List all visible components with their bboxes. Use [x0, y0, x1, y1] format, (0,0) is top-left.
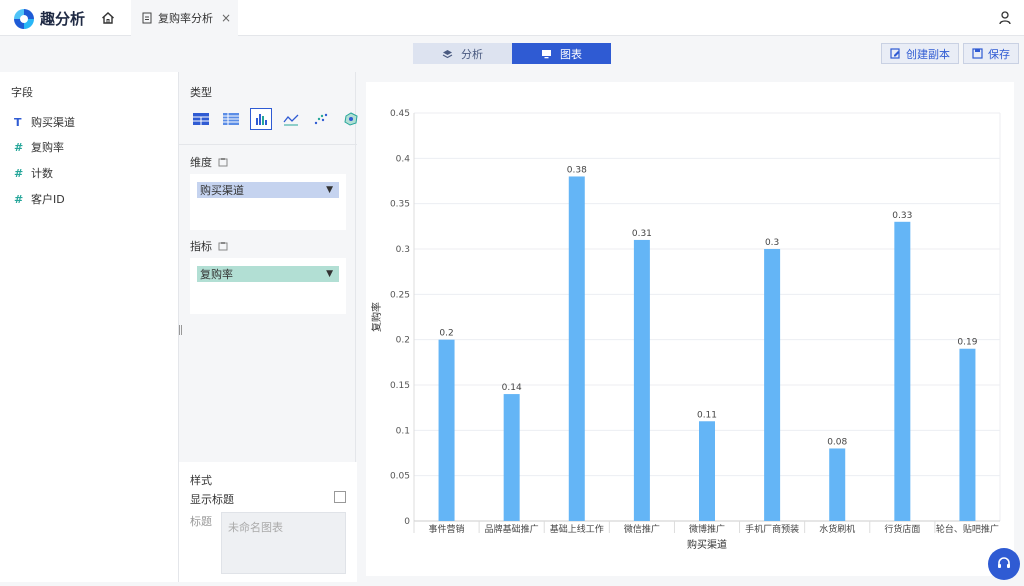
- data-label: 0.11: [697, 410, 717, 420]
- headset-icon: [998, 557, 1010, 568]
- data-label: 0.31: [632, 229, 652, 239]
- bar-chart: 0 0.05 0.1 0.15 0.2 0.25 0.3 0.35 0.4 0.45 0.2 事件营销…: [370, 109, 1001, 551]
- logo-icon: [14, 8, 34, 29]
- y-axis-title: 复购率: [370, 302, 383, 332]
- y-tick-label: 0.25: [390, 290, 410, 300]
- top-bar: 趣分析 复购率分析 ×: [0, 0, 1024, 36]
- bar[interactable]: [438, 339, 455, 521]
- style-section: 样式 显示标题 标题 未命名图表: [179, 462, 357, 582]
- user-icon[interactable]: [998, 10, 1012, 26]
- y-tick-label: 0.15: [390, 381, 410, 391]
- tab-label: 复购率分析: [158, 12, 213, 25]
- copy-icon: [890, 48, 900, 59]
- x-tick-label: 轮台、贴吧推广: [936, 523, 999, 535]
- caret-down-icon[interactable]: ▼: [326, 269, 333, 279]
- chart-toggle[interactable]: 图表: [512, 43, 611, 64]
- data-label: 0.14: [502, 383, 522, 393]
- bar[interactable]: [764, 249, 781, 521]
- clipboard-icon: [218, 242, 228, 251]
- bar[interactable]: [699, 421, 715, 521]
- divider: [179, 144, 357, 145]
- x-tick-label: 手机厂商预装: [745, 523, 799, 535]
- app-name: 趣分析: [40, 10, 86, 28]
- analysis-toggle[interactable]: 分析: [413, 43, 512, 64]
- x-tick-label: 微信推广: [624, 523, 660, 535]
- metric-label: 指标: [190, 238, 228, 254]
- pivot-table-icon[interactable]: [220, 108, 242, 130]
- dimension-dropzone[interactable]: 购买渠道 ▼: [190, 174, 346, 230]
- home-icon[interactable]: [100, 10, 116, 26]
- bar[interactable]: [959, 348, 976, 521]
- data-label: 0.19: [957, 338, 977, 348]
- fields-panel: 字段 T 购买渠道 # 复购率 # 计数 # 客户ID: [0, 72, 178, 582]
- table-icon[interactable]: [190, 108, 212, 130]
- x-tick-label: 微博推广: [689, 523, 725, 535]
- y-tick-label: 0.45: [390, 109, 410, 119]
- number-type-icon: #: [14, 192, 24, 206]
- field-item[interactable]: # 复购率: [14, 139, 64, 155]
- y-tick-label: 0.3: [396, 245, 410, 255]
- resize-handle[interactable]: [179, 325, 182, 335]
- field-item[interactable]: # 计数: [14, 165, 53, 181]
- dimension-label: 维度: [190, 154, 228, 170]
- bar-chart-icon[interactable]: [250, 108, 272, 130]
- document-icon: [142, 12, 152, 24]
- y-tick-label: 0: [404, 517, 410, 527]
- y-tick-label: 0.2: [396, 336, 410, 346]
- view-switch: 分析 图表: [413, 43, 611, 64]
- metric-dropzone[interactable]: 复购率 ▼: [190, 258, 346, 314]
- create-copy-button[interactable]: 创建副本: [881, 43, 959, 64]
- bar[interactable]: [829, 448, 846, 521]
- text-type-icon: T: [14, 115, 22, 129]
- number-type-icon: #: [14, 166, 24, 180]
- chart-title-input[interactable]: 未命名图表: [221, 512, 346, 574]
- data-label: 0.38: [567, 165, 587, 175]
- monitor-icon: [542, 49, 551, 58]
- metric-pill[interactable]: 复购率 ▼: [197, 266, 339, 282]
- map-icon[interactable]: [340, 108, 362, 130]
- data-label: 0.2: [439, 329, 453, 339]
- bar[interactable]: [503, 394, 520, 521]
- type-label: 类型: [190, 86, 212, 99]
- scatter-chart-icon[interactable]: [310, 108, 332, 130]
- data-label: 0.08: [827, 437, 847, 447]
- show-title-label: 显示标题: [190, 493, 234, 506]
- config-panel: 类型 维度 购买渠道 ▼ 指标 复购率 ▼ 样式 显示标题 标题 未命名图表: [178, 72, 358, 582]
- x-tick-label: 事件营销: [429, 523, 465, 535]
- chart-type-picker: [190, 108, 362, 130]
- line-chart-icon[interactable]: [280, 108, 302, 130]
- save-icon: [972, 48, 983, 59]
- x-tick-label: 水货刷机: [819, 523, 855, 535]
- layers-icon: [442, 49, 453, 58]
- y-tick-label: 0.1: [396, 426, 410, 436]
- tab-repurchase-analysis[interactable]: 复购率分析 ×: [131, 0, 238, 36]
- app-logo[interactable]: 趣分析: [14, 8, 85, 29]
- y-tick-label: 0.05: [390, 472, 410, 482]
- x-axis-title: 购买渠道: [687, 538, 727, 551]
- field-item[interactable]: # 客户ID: [14, 191, 65, 207]
- title-label: 标题: [190, 515, 212, 528]
- x-tick-label: 品牌基础推广: [485, 523, 539, 535]
- caret-down-icon[interactable]: ▼: [326, 185, 333, 195]
- clipboard-icon: [218, 158, 228, 167]
- number-type-icon: #: [14, 140, 24, 154]
- close-icon[interactable]: ×: [221, 11, 231, 25]
- y-tick-label: 0.35: [390, 200, 410, 210]
- y-tick-label: 0.4: [396, 154, 411, 164]
- chart-area: 0 0.05 0.1 0.15 0.2 0.25 0.3 0.35 0.4 0.45 0.2 事件营销…: [366, 82, 1014, 576]
- bar[interactable]: [633, 239, 650, 521]
- save-button[interactable]: 保存: [963, 43, 1019, 64]
- bar[interactable]: [568, 176, 585, 521]
- fields-title: 字段: [11, 86, 33, 99]
- dimension-pill[interactable]: 购买渠道 ▼: [197, 182, 339, 198]
- x-tick-label: 行货店面: [884, 523, 920, 535]
- data-label: 0.3: [765, 238, 779, 248]
- bar[interactable]: [894, 221, 911, 522]
- data-label: 0.33: [892, 211, 912, 221]
- x-tick-label: 基础上线工作: [550, 523, 604, 535]
- help-button[interactable]: [988, 548, 1020, 580]
- field-item[interactable]: T 购买渠道: [14, 114, 75, 130]
- style-label: 样式: [190, 474, 212, 487]
- show-title-checkbox[interactable]: [334, 491, 346, 503]
